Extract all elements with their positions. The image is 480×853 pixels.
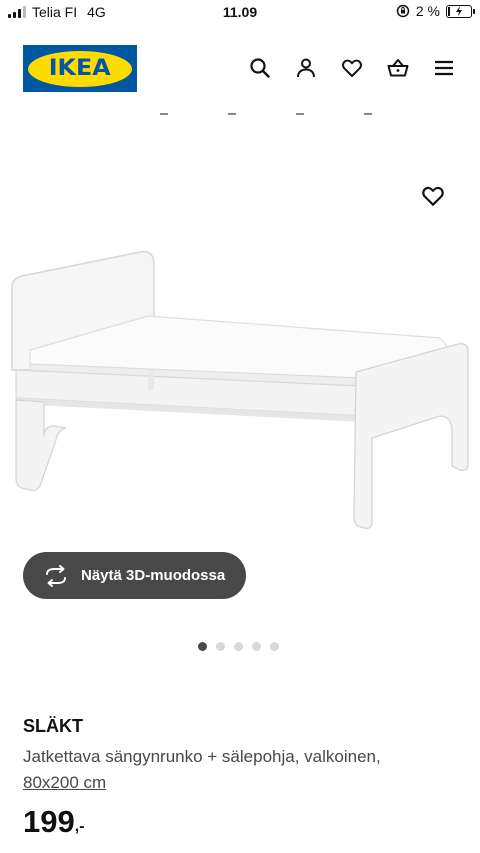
logo-text: IKEA bbox=[49, 56, 111, 81]
battery-percent: 2 % bbox=[415, 3, 440, 19]
rotate-3d-icon bbox=[46, 564, 66, 587]
logo-oval: IKEA bbox=[28, 50, 132, 87]
status-bar: Telia FI 4G 11.09 2 % bbox=[0, 0, 480, 26]
price-value: 199 bbox=[23, 804, 75, 839]
product-name: SLÄKT bbox=[23, 716, 83, 736]
clipped-text-row bbox=[160, 104, 460, 116]
header: IKEA bbox=[0, 40, 480, 100]
carousel-dot[interactable] bbox=[270, 642, 279, 651]
product-image[interactable] bbox=[0, 240, 480, 540]
carousel-dots bbox=[198, 642, 279, 651]
view-3d-button[interactable]: Näytä 3D-muodossa bbox=[23, 552, 246, 599]
ikea-logo[interactable]: IKEA bbox=[23, 45, 137, 92]
orientation-lock-icon bbox=[396, 4, 410, 18]
user-icon[interactable] bbox=[294, 56, 318, 80]
menu-icon[interactable] bbox=[432, 56, 456, 80]
carousel-dot[interactable] bbox=[216, 642, 225, 651]
header-icons bbox=[248, 56, 456, 80]
view-3d-label: Näytä 3D-muodossa bbox=[81, 567, 226, 584]
carousel-dot[interactable] bbox=[234, 642, 243, 651]
status-right: 2 % bbox=[396, 3, 475, 19]
basket-icon[interactable] bbox=[386, 56, 410, 80]
price-suffix: ,- bbox=[74, 818, 85, 835]
product-price: 199 ,- bbox=[23, 804, 85, 840]
carousel-dot[interactable] bbox=[198, 642, 207, 651]
product-description-text: Jatkettava sängynrunko + sälepohja, valk… bbox=[23, 747, 381, 766]
add-to-favorites-icon[interactable] bbox=[420, 183, 446, 209]
carousel-dot[interactable] bbox=[252, 642, 261, 651]
search-icon[interactable] bbox=[248, 56, 272, 80]
heart-icon[interactable] bbox=[340, 56, 364, 80]
product-description: Jatkettava sängynrunko + sälepohja, valk… bbox=[23, 744, 463, 796]
product-size-link[interactable]: 80x200 cm bbox=[23, 773, 106, 792]
battery-icon bbox=[446, 4, 475, 18]
